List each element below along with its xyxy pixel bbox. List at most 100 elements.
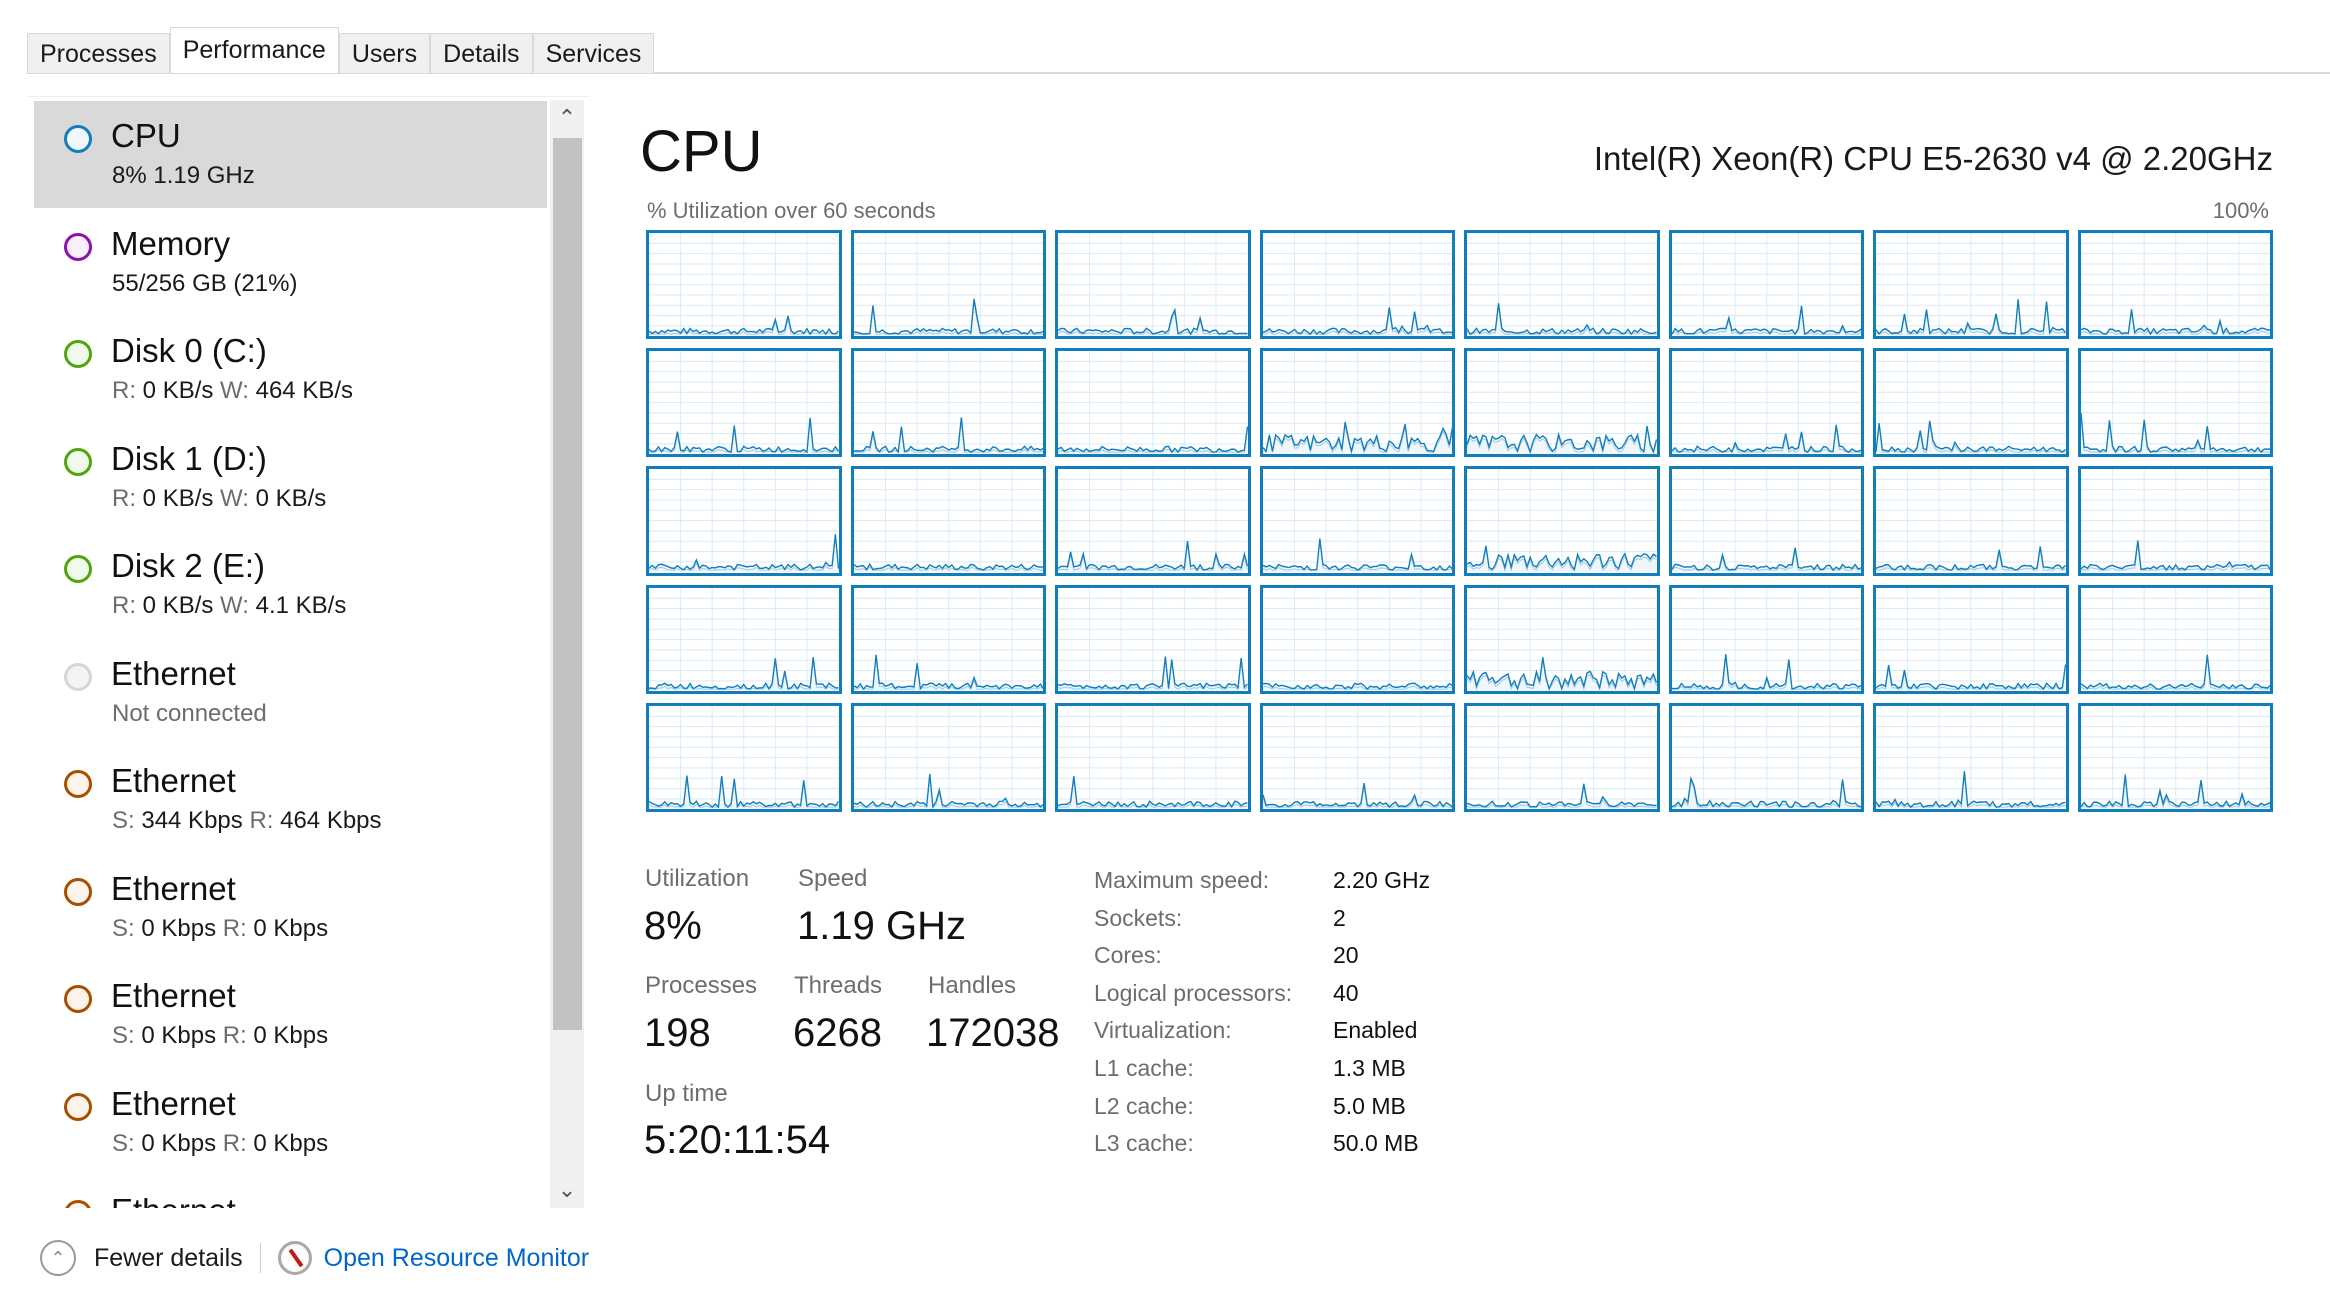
handles-value: 172038 (926, 1011, 1060, 1055)
sidebar-item-subtitle: S: 0 Kbps R: 0 Kbps (112, 1022, 329, 1049)
logical-processor-graph (2077, 348, 2273, 458)
status-ring-icon (64, 447, 92, 476)
tab-performance[interactable]: Performance (169, 27, 339, 73)
logical-processor-graph (1668, 702, 1864, 812)
spec-value: 2 (1333, 904, 1346, 931)
sidebar-item-subtitle: R: 0 KB/s W: 0 KB/s (112, 484, 327, 512)
sidebar-item-ethernet[interactable]: Ethernet S: 0 Kbps R: 0 Kbps (34, 854, 547, 961)
page-title: CPU (640, 119, 763, 184)
logical-processor-graphs (646, 230, 2273, 812)
logical-processor-graph (1464, 466, 1660, 576)
sidebar-item-subtitle: S: 0 Kbps R: 0 Kbps (112, 1129, 329, 1157)
logical-processor-graph (1055, 584, 1251, 694)
handles-label: Handles (928, 972, 1017, 999)
status-ring-icon (64, 1200, 92, 1208)
sidebar-item-subtitle: 8% 1.19 GHz (112, 162, 255, 189)
logical-processor-graph (850, 466, 1046, 576)
sidebar-item-ethernet[interactable]: Ethernet S: 0 Kbps R: 0 Kbps (34, 961, 547, 1068)
status-ring-icon (64, 770, 92, 798)
sidebar-item-title: CPU (111, 117, 181, 154)
logical-processor-graph (1873, 702, 2069, 812)
fewer-details-button[interactable]: Fewer details (94, 1244, 243, 1273)
sidebar-item-title: Disk 1 (D:) (111, 439, 267, 477)
chevron-up-circle-icon[interactable]: ⌃ (40, 1240, 76, 1276)
logical-processor-graph (1055, 466, 1251, 576)
logical-processor-graph (1259, 230, 1455, 340)
uptime-label: Up time (645, 1080, 728, 1107)
speed-label: Speed (798, 865, 868, 892)
sidebar-item-disk-1-d[interactable]: Disk 1 (D:) R: 0 KB/s W: 0 KB/s (34, 424, 547, 531)
scroll-up-chevron-icon[interactable]: ⌃ (550, 100, 584, 136)
logical-processor-graph (646, 348, 842, 458)
spec-label: Maximum speed: (1094, 867, 1270, 893)
tab-processes[interactable]: Processes (27, 33, 170, 73)
spec-label: Virtualization: (1094, 1017, 1232, 1044)
sidebar-scrollbar[interactable]: ⌃ ⌄ (550, 100, 584, 1208)
logical-processor-graph (1873, 348, 2069, 458)
logical-processor-graph (1464, 230, 1660, 340)
logical-processor-graph (1055, 702, 1251, 812)
logical-processor-graph (850, 348, 1046, 458)
logical-processor-graph (850, 702, 1046, 812)
logical-processor-graph (1668, 348, 1864, 458)
sidebar-item-ethernet[interactable]: Ethernet (34, 1176, 547, 1208)
sidebar-item-title: Ethernet (111, 977, 236, 1014)
sidebar-item-subtitle: R: 0 KB/s W: 464 KB/s (112, 377, 354, 404)
status-ring-icon (64, 877, 92, 906)
sidebar-item-title: Memory (111, 224, 231, 262)
resource-monitor-icon[interactable] (277, 1241, 312, 1275)
spec-value: 1.3 MB (1333, 1055, 1406, 1081)
logical-processor-graph (2077, 702, 2273, 812)
logical-processor-graph (2077, 230, 2273, 340)
logical-processor-graph (1668, 584, 1864, 694)
sidebar-item-disk-2-e[interactable]: Disk 2 (E:) R: 0 KB/s W: 4.1 KB/s (34, 531, 547, 638)
spec-value: 50.0 MB (1333, 1130, 1419, 1157)
sidebar-item-title: Ethernet (111, 762, 236, 799)
tab-details[interactable]: Details (430, 33, 533, 73)
spec-label: Logical processors: (1094, 979, 1293, 1006)
sidebar-item-disk-0-c[interactable]: Disk 0 (C:) R: 0 KB/s W: 464 KB/s (34, 316, 547, 423)
logical-processor-graph (850, 230, 1046, 340)
processes-value: 198 (644, 1011, 711, 1055)
status-ring-icon (64, 125, 92, 153)
sidebar-item-memory[interactable]: Memory 55/256 GB (21%) (34, 209, 547, 316)
logical-processor-graph (1259, 348, 1455, 458)
graph-max-label: 100% (2212, 198, 2269, 223)
threads-label: Threads (794, 972, 883, 999)
footer-separator (259, 1243, 261, 1273)
logical-processor-graph (1873, 466, 2069, 576)
sidebar-item-subtitle: Not connected (112, 699, 267, 727)
logical-processor-graph (1668, 230, 1864, 340)
sidebar-item-title: Ethernet (111, 869, 236, 907)
sidebar-item-ethernet[interactable]: Ethernet S: 344 Kbps R: 464 Kbps (34, 746, 547, 853)
scroll-down-chevron-icon[interactable]: ⌄ (550, 1172, 584, 1208)
open-resource-monitor-link[interactable]: Open Resource Monitor (324, 1244, 589, 1273)
footer: ⌃ Fewer details Open Resource Monitor (40, 1236, 589, 1280)
sidebar-item-ethernet[interactable]: Ethernet Not connected (34, 639, 547, 746)
logical-processor-graph (646, 230, 842, 340)
tab-services[interactable]: Services (532, 33, 655, 73)
status-ring-icon (64, 1092, 92, 1121)
tab-users[interactable]: Users (338, 33, 431, 73)
sidebar-item-ethernet[interactable]: Ethernet S: 0 Kbps R: 0 Kbps (34, 1069, 547, 1176)
logical-processor-graph (1873, 584, 2069, 694)
status-ring-icon (64, 555, 92, 583)
spec-label: L2 cache: (1094, 1092, 1194, 1119)
processes-label: Processes (645, 972, 758, 999)
cpu-model-name: Intel(R) Xeon(R) CPU E5-2630 v4 @ 2.20GH… (1593, 140, 2273, 177)
graph-caption: % Utilization over 60 seconds (647, 198, 936, 223)
sidebar-item-subtitle: R: 0 KB/s W: 4.1 KB/s (112, 592, 347, 619)
scrollbar-thumb[interactable] (553, 138, 582, 1030)
sidebar-item-cpu[interactable]: CPU 8% 1.19 GHz (34, 101, 547, 208)
spec-label: L1 cache: (1094, 1055, 1194, 1081)
logical-processor-graph (1464, 702, 1660, 812)
resource-sidebar: CPU 8% 1.19 GHz Memory 55/256 GB (21%) Disk … (27, 96, 590, 1208)
speed-value: 1.19 GHz (797, 904, 966, 948)
status-ring-icon (64, 662, 92, 691)
spec-value: Enabled (1333, 1017, 1418, 1044)
sidebar-item-title: Disk 0 (C:) (111, 332, 267, 369)
logical-processor-graph (2077, 466, 2273, 576)
logical-processor-graph (646, 702, 842, 812)
logical-processor-graph (1668, 466, 1864, 576)
logical-processor-graph (1259, 702, 1455, 812)
